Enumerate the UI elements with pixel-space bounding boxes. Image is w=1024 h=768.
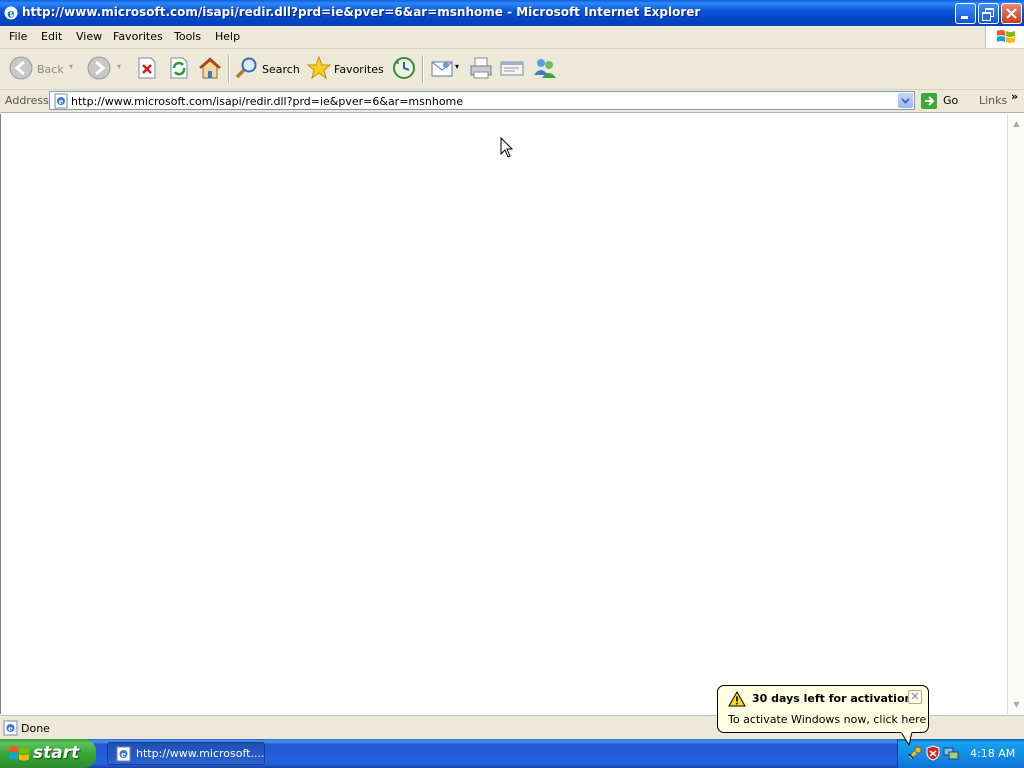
windows-logo-throbber	[985, 26, 1024, 48]
page-status-icon: e	[3, 720, 18, 736]
address-input[interactable]: e http://www.microsoft.com/isapi/redir.d…	[49, 91, 915, 110]
chevron-down-icon	[901, 98, 910, 104]
edit-page-icon	[500, 61, 524, 76]
mail-envelope-icon	[431, 61, 453, 77]
page-icon: e	[54, 93, 68, 109]
stop-icon	[138, 57, 156, 79]
vertical-scrollbar[interactable]: ▲ ▼	[1007, 114, 1024, 714]
back-label: Back	[37, 63, 64, 76]
menu-file[interactable]: File	[9, 30, 27, 43]
page-content[interactable]	[0, 114, 1007, 714]
windows-flag-icon	[997, 30, 1015, 43]
activation-balloon[interactable]: 30 days left for activation To activate …	[717, 685, 929, 733]
windows-flag-icon	[9, 746, 29, 761]
address-dropdown-button[interactable]	[898, 93, 913, 108]
go-label[interactable]: Go	[943, 94, 958, 107]
edit-button[interactable]	[499, 55, 525, 83]
home-button[interactable]	[197, 55, 223, 83]
messenger-button[interactable]	[531, 55, 559, 83]
printer-icon	[470, 57, 492, 79]
taskbar-item-label: http://www.microsoft....	[136, 747, 265, 760]
forward-arrow-icon	[87, 56, 111, 80]
svg-text:e: e	[59, 97, 64, 106]
chevron-right-icon[interactable]: »	[1011, 90, 1018, 103]
forward-button[interactable]: ▾	[86, 55, 126, 83]
scroll-down-icon[interactable]: ▼	[1010, 698, 1023, 711]
menu-view[interactable]: View	[76, 30, 102, 43]
standard-toolbar: Back ▾ ▾ Search Favorites ▾	[0, 49, 1024, 90]
back-dropdown-icon[interactable]: ▾	[69, 62, 73, 71]
taskbar: start e http://www.microsoft.... 4:18 AM	[0, 739, 1024, 768]
taskbar-item-ie[interactable]: e http://www.microsoft....	[107, 742, 265, 765]
refresh-icon	[170, 57, 188, 79]
clock[interactable]: 4:18 AM	[970, 747, 1015, 760]
internet-explorer-icon: e	[4, 6, 18, 21]
scroll-up-icon[interactable]: ▲	[1010, 117, 1023, 130]
print-button[interactable]	[468, 55, 494, 83]
favorites-star-icon	[306, 55, 332, 80]
back-arrow-icon	[9, 56, 33, 80]
close-icon	[1006, 8, 1017, 19]
window-title: http://www.microsoft.com/isapi/redir.dll…	[22, 5, 701, 19]
menu-tools[interactable]: Tools	[174, 30, 201, 43]
svg-text:e: e	[7, 7, 15, 21]
activation-key-icon[interactable]	[907, 745, 923, 761]
start-button[interactable]: start	[0, 739, 96, 768]
mouse-cursor-icon	[500, 137, 514, 158]
menu-bar: File Edit View Favorites Tools Help	[0, 26, 1024, 49]
menu-help[interactable]: Help	[215, 30, 240, 43]
internet-explorer-icon: e	[116, 746, 131, 762]
search-label: Search	[262, 63, 300, 76]
close-icon: ✕	[910, 690, 920, 703]
mail-button[interactable]: ▾	[429, 55, 465, 83]
menu-favorites[interactable]: Favorites	[113, 30, 163, 43]
status-text: Done	[21, 722, 50, 735]
svg-text:e: e	[121, 750, 126, 759]
back-button[interactable]: Back ▾	[8, 55, 78, 83]
security-shield-icon[interactable]	[925, 745, 941, 761]
address-bar: Address e http://www.microsoft.com/isapi…	[0, 90, 1024, 113]
network-icon[interactable]	[943, 745, 959, 761]
stop-button[interactable]	[134, 55, 160, 83]
toolbar-separator	[422, 55, 424, 83]
restore-button[interactable]	[978, 3, 999, 24]
start-label: start	[33, 743, 80, 763]
close-button[interactable]	[1001, 3, 1022, 24]
minimize-button[interactable]	[955, 3, 976, 24]
links-label[interactable]: Links	[979, 94, 1007, 107]
menu-edit[interactable]: Edit	[41, 30, 62, 43]
balloon-tail	[900, 732, 913, 746]
favorites-button[interactable]: Favorites	[306, 55, 384, 83]
balloon-message[interactable]: To activate Windows now, click here	[728, 713, 926, 726]
address-label: Address	[5, 94, 49, 107]
refresh-button[interactable]	[166, 55, 192, 83]
forward-dropdown-icon[interactable]: ▾	[117, 62, 121, 71]
go-arrow-icon	[921, 93, 937, 109]
history-icon	[393, 57, 415, 79]
warning-icon	[728, 691, 746, 707]
minimize-icon	[961, 16, 968, 19]
search-icon	[235, 57, 257, 79]
messenger-people-icon	[534, 59, 556, 78]
balloon-title: 30 days left for activation	[752, 692, 913, 705]
home-icon	[199, 57, 221, 79]
search-button[interactable]: Search	[234, 55, 300, 83]
history-button[interactable]	[391, 55, 417, 83]
mail-dropdown-icon[interactable]: ▾	[455, 62, 459, 71]
title-bar[interactable]: e http://www.microsoft.com/isapi/redir.d…	[0, 0, 1024, 26]
address-url: http://www.microsoft.com/isapi/redir.dll…	[71, 95, 464, 108]
balloon-close-button[interactable]: ✕	[908, 690, 922, 704]
svg-text:e: e	[8, 724, 13, 733]
favorites-label: Favorites	[334, 63, 384, 76]
toolbar-separator	[228, 55, 230, 83]
